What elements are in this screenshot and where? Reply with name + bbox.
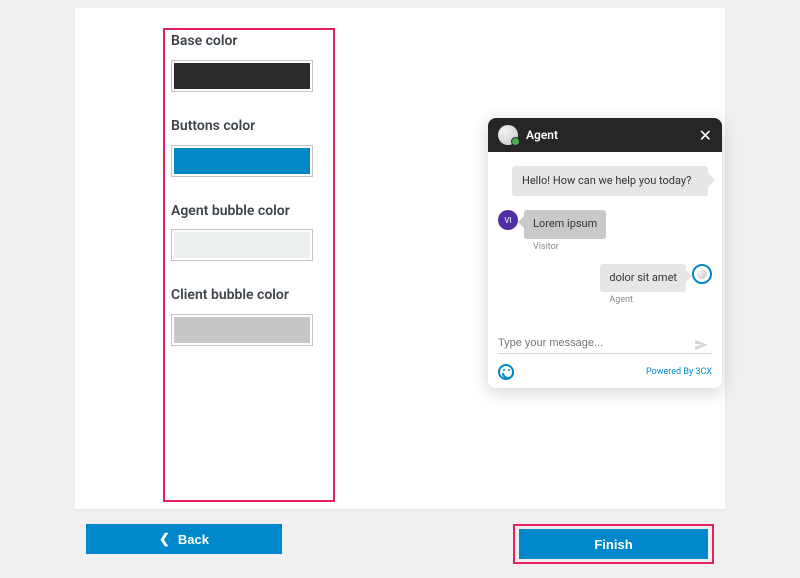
visitor-avatar-icon: VI bbox=[498, 210, 518, 230]
wizard-card: Base color Buttons color Agent bubble co… bbox=[75, 8, 725, 509]
visitor-sender-label: Visitor bbox=[533, 242, 582, 252]
greeting-bubble: Hello! How can we help you today? bbox=[512, 166, 708, 196]
powered-by-link[interactable]: Powered By 3CX bbox=[646, 367, 712, 377]
agent-message-row: dolor sit amet Agent bbox=[498, 264, 712, 305]
chat-footer: Powered By 3CX bbox=[488, 358, 722, 388]
agent-avatar-icon bbox=[498, 125, 518, 145]
agent-avatar-icon bbox=[692, 264, 712, 284]
wizard-nav: ❮ Back Finish bbox=[86, 524, 714, 558]
send-icon[interactable] bbox=[694, 338, 708, 356]
visitor-bubble: Lorem ipsum bbox=[524, 210, 606, 238]
settings-highlight bbox=[163, 28, 335, 502]
chat-body: Hello! How can we help you today? VI Lor… bbox=[488, 152, 722, 323]
chat-preview: Agent ✕ Hello! How can we help you today… bbox=[488, 118, 722, 388]
finish-highlight: Finish bbox=[513, 524, 714, 564]
close-icon[interactable]: ✕ bbox=[699, 126, 712, 145]
back-button-label: Back bbox=[178, 532, 209, 547]
chat-input-row bbox=[488, 323, 722, 358]
emoji-icon[interactable] bbox=[498, 364, 514, 380]
chevron-left-icon: ❮ bbox=[159, 531, 170, 547]
agent-bubble: dolor sit amet bbox=[600, 264, 686, 292]
agent-sender-label: Agent bbox=[609, 295, 662, 305]
finish-button[interactable]: Finish bbox=[519, 529, 708, 559]
chat-header-title: Agent bbox=[526, 128, 699, 142]
chat-header: Agent ✕ bbox=[488, 118, 722, 152]
visitor-message-row: VI Lorem ipsum Visitor bbox=[498, 210, 712, 251]
back-button[interactable]: ❮ Back bbox=[86, 524, 282, 554]
finish-button-label: Finish bbox=[594, 537, 632, 552]
message-input[interactable] bbox=[498, 333, 712, 354]
